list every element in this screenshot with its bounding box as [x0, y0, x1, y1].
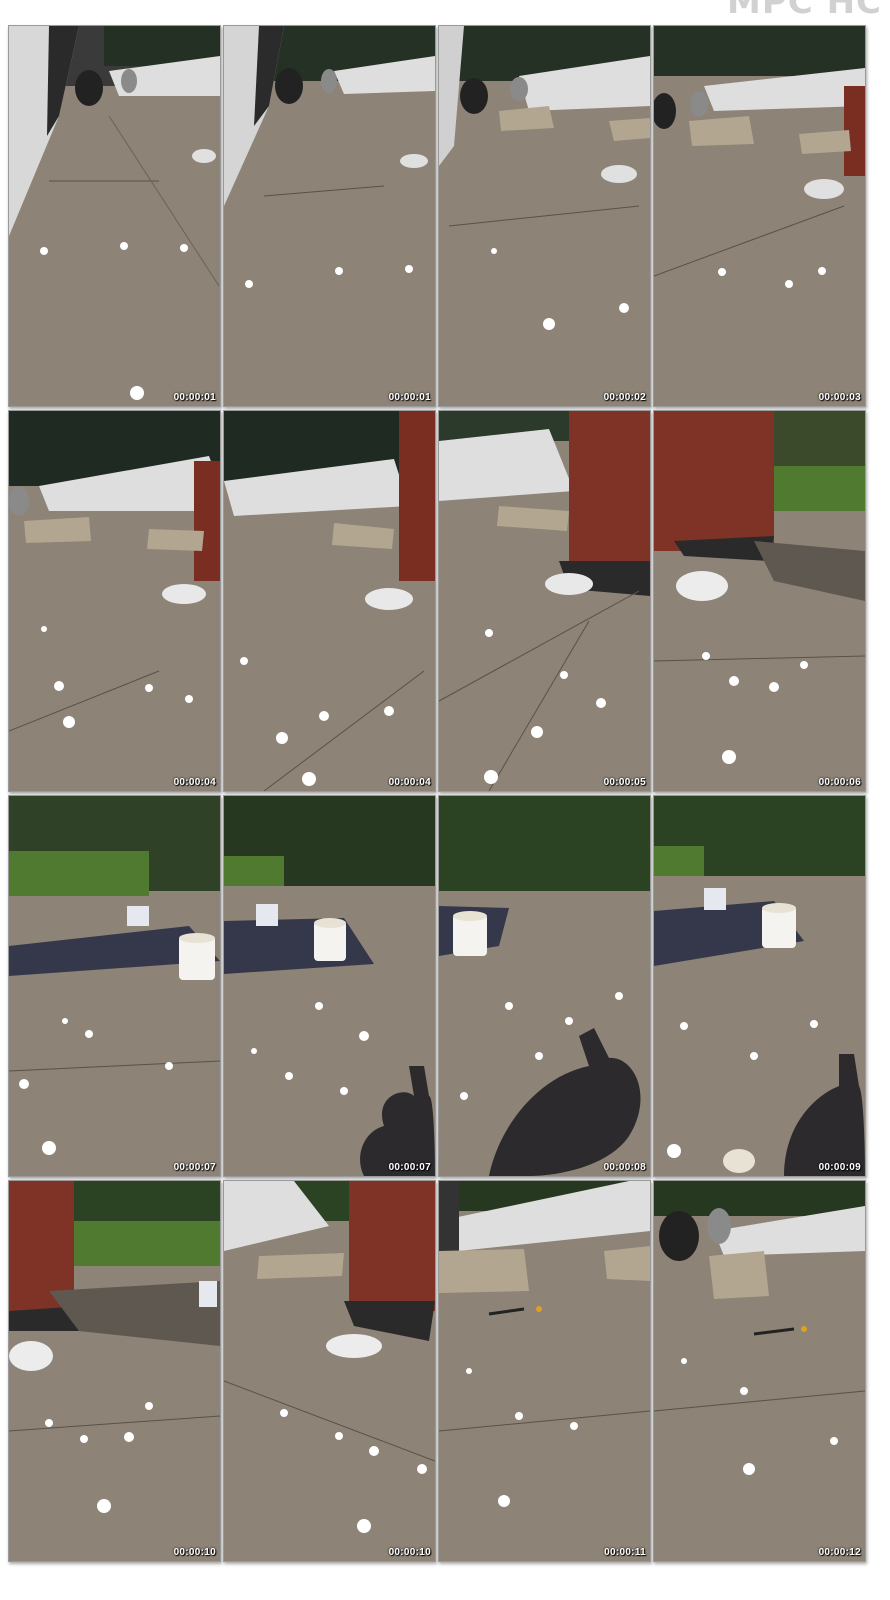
frame-timestamp: 00:00:09	[818, 1162, 861, 1173]
roof-bag-scene	[9, 411, 220, 791]
bucket-yard-scene	[9, 796, 220, 1176]
frame-thumbnail[interactable]: 00:00:12	[653, 1180, 866, 1562]
frame-thumbnail[interactable]: 00:00:01	[223, 25, 436, 407]
frame-thumbnail[interactable]: 00:00:10	[223, 1180, 436, 1562]
frame-timestamp: 00:00:05	[603, 777, 646, 788]
workers-tools-scene	[654, 1181, 865, 1561]
frame-thumbnail[interactable]: 00:00:07	[223, 795, 436, 1177]
frame-thumbnail[interactable]: 00:00:09	[653, 795, 866, 1177]
frame-thumbnail[interactable]: 00:00:01	[8, 25, 221, 407]
frame-timestamp: 00:00:06	[818, 777, 861, 788]
frame-timestamp: 00:00:02	[603, 392, 646, 403]
frame-timestamp: 00:00:04	[173, 777, 216, 788]
frame-thumbnail[interactable]: 00:00:04	[223, 410, 436, 792]
bucket-shadow-large-scene	[439, 796, 650, 1176]
workers-house-scene	[224, 26, 435, 406]
frame-timestamp: 00:00:11	[604, 1547, 646, 1558]
frame-thumbnail[interactable]: 00:00:07	[8, 795, 221, 1177]
frame-timestamp: 00:00:03	[818, 392, 861, 403]
frame-thumbnail[interactable]: 00:00:02	[438, 25, 651, 407]
roof-bag-scene	[224, 411, 435, 791]
frame-timestamp: 00:00:01	[388, 392, 431, 403]
watermark-title: MPC HC	[727, 0, 882, 22]
frame-thumbnail[interactable]: 00:00:03	[653, 25, 866, 407]
workers-chimney-scene	[654, 26, 865, 406]
frame-timestamp: 00:00:10	[388, 1547, 431, 1558]
chimney-bag-center-scene	[224, 1181, 435, 1561]
workers-house-scene	[9, 26, 220, 406]
chimney-yard-left-scene	[9, 1181, 220, 1561]
frame-timestamp: 00:00:01	[173, 392, 216, 403]
chimney-yard-scene	[654, 411, 865, 791]
frame-thumbnail[interactable]: 00:00:10	[8, 1180, 221, 1562]
frame-timestamp: 00:00:07	[173, 1162, 216, 1173]
bucket-shadow-right-scene	[654, 796, 865, 1176]
frame-timestamp: 00:00:04	[388, 777, 431, 788]
frame-timestamp: 00:00:10	[173, 1547, 216, 1558]
frame-thumbnail[interactable]: 00:00:04	[8, 410, 221, 792]
workers-scene	[439, 26, 650, 406]
bucket-shadow-scene	[224, 796, 435, 1176]
frame-thumbnail[interactable]: 00:00:06	[653, 410, 866, 792]
frame-thumbnail[interactable]: 00:00:05	[438, 410, 651, 792]
frame-thumbnail[interactable]: 00:00:11	[438, 1180, 651, 1562]
frame-thumbnail[interactable]: 00:00:08	[438, 795, 651, 1177]
frame-timestamp: 00:00:12	[818, 1547, 861, 1558]
frame-timestamp: 00:00:07	[388, 1162, 431, 1173]
frame-timestamp: 00:00:08	[603, 1162, 646, 1173]
roof-tools-scene	[439, 1181, 650, 1561]
chimney-bag-scene	[439, 411, 650, 791]
